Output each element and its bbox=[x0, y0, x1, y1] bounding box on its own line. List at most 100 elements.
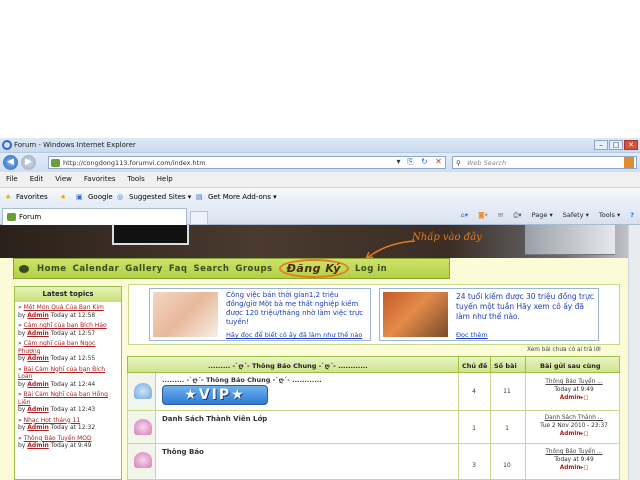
ad-link[interactable]: Hãy đọc để biết cô ấy đã làm như thế nào bbox=[226, 331, 362, 339]
fav-google[interactable]: Google bbox=[88, 188, 113, 206]
tools-menu[interactable]: Tools ▾ bbox=[599, 208, 620, 222]
last-post-author[interactable]: Admin bbox=[560, 465, 581, 471]
forum-shell-icon bbox=[134, 383, 152, 399]
home-icon[interactable]: ⌂▾ bbox=[461, 208, 468, 222]
favorites-button[interactable]: Favorites bbox=[16, 188, 48, 206]
feeds-icon[interactable]: ◙▾ bbox=[478, 208, 488, 222]
topic-link[interactable]: Cảm nghĩ của bạn Bích Hảo bbox=[24, 322, 107, 329]
stop-icon[interactable]: ✕ bbox=[432, 156, 445, 169]
author-link[interactable]: Admin bbox=[27, 442, 49, 449]
last-post-author[interactable]: Admin bbox=[560, 431, 581, 437]
forum-title-link[interactable]: Thông Báo bbox=[162, 448, 204, 456]
list-item: » Bài Cảm Nghĩ của bạn Bích Loan by Admin… bbox=[18, 365, 106, 388]
topic-count: 3 bbox=[472, 462, 476, 469]
topic-link[interactable]: Cảm nghĩ của bạn Ngọc Phương bbox=[18, 340, 95, 355]
table-row[interactable]: Danh Sách Thành Viên Lớp 1 1 Danh Sách T… bbox=[127, 411, 620, 444]
last-post-link[interactable]: Thông Báo Tuyển ... bbox=[545, 379, 602, 385]
ad-image bbox=[383, 292, 448, 337]
topic-link[interactable]: Bài Cảm Nghĩ của bạn Hồng Liên bbox=[18, 391, 108, 406]
table-row[interactable]: ......... -`ღ´- Thông Báo Chung -`ღ´- ..… bbox=[127, 373, 620, 411]
menu-view[interactable]: View bbox=[55, 172, 72, 187]
topic-link[interactable]: Bài Cảm Nghĩ của bạn Bích Loan bbox=[18, 366, 105, 381]
ie-icon-small: ◎ bbox=[117, 193, 124, 201]
compat-view-icon[interactable]: ⎘ bbox=[404, 156, 417, 169]
minimize-button[interactable]: – bbox=[594, 140, 608, 150]
ad-text[interactable]: Công việc bán thời gian1,2 triệu đồng/gi… bbox=[226, 291, 368, 327]
nav-login[interactable]: Log in bbox=[355, 264, 387, 274]
last-post: Thông Báo Tuyển ... Today at 9:49 Admin▸… bbox=[530, 448, 618, 472]
last-post-time: Tue 2 Nov 2010 - 23:37 bbox=[540, 423, 608, 429]
nav-faq[interactable]: Faq bbox=[169, 264, 188, 274]
add-favorite-icon[interactable]: ★ bbox=[60, 188, 66, 206]
author-link[interactable]: Admin bbox=[27, 406, 49, 413]
ad-card[interactable]: 24 tuổi kiếm được 30 triệu đồng trực tuy… bbox=[379, 288, 599, 341]
posts-header: Số bài bbox=[494, 362, 517, 370]
nav-search[interactable]: Search bbox=[193, 264, 229, 274]
topic-link[interactable]: Một Món Quà Của Bạn Kim bbox=[24, 304, 104, 311]
last-post-header: Bài gửi sau cùng bbox=[540, 362, 601, 370]
menu-edit[interactable]: Edit bbox=[30, 172, 44, 187]
author-link[interactable]: Admin bbox=[27, 330, 49, 337]
last-post-author[interactable]: Admin bbox=[560, 395, 581, 401]
nav-calendar[interactable]: Calendar bbox=[73, 264, 120, 274]
forum-table-header: ......... -`ღ´- Thông Báo Chung -`ღ´- ..… bbox=[127, 356, 620, 373]
back-button[interactable]: ◀ bbox=[3, 155, 18, 170]
topic-count: 1 bbox=[472, 425, 476, 432]
goto-post-icon[interactable]: ▸◻ bbox=[581, 395, 589, 401]
fav-get-addons[interactable]: Get More Add-ons ▾ bbox=[208, 188, 277, 206]
author-link[interactable]: Admin bbox=[27, 312, 49, 319]
last-post-link[interactable]: Thông Báo Tuyển ... bbox=[545, 449, 602, 455]
ads-block: Công việc bán thời gian1,2 triệu đồng/gi… bbox=[128, 284, 620, 345]
list-item: » Thông Báo Tuyển MOD by Admin Today at 9… bbox=[18, 434, 92, 450]
post-count: 10 bbox=[503, 462, 511, 469]
vip-badge: ★VIP★ bbox=[162, 385, 268, 405]
maximize-button[interactable]: □ bbox=[609, 140, 623, 150]
ad-text[interactable]: 24 tuổi kiếm được 30 triệu đồng trực tuy… bbox=[456, 292, 596, 322]
search-go-icon[interactable] bbox=[624, 157, 634, 168]
nav-groups[interactable]: Groups bbox=[235, 264, 272, 274]
forum-shell-icon bbox=[134, 419, 152, 435]
forum-table: ......... -`ღ´- Thông Báo Chung -`ღ´- ..… bbox=[127, 356, 620, 480]
menu-tools[interactable]: Tools bbox=[128, 172, 145, 187]
goto-post-icon[interactable]: ▸◻ bbox=[581, 431, 589, 437]
table-row[interactable]: Thông Báo 3 10 Thông Báo Tuyển ... Today… bbox=[127, 444, 620, 480]
tab-forum[interactable]: Forum bbox=[2, 208, 187, 225]
menu-help[interactable]: Help bbox=[157, 172, 173, 187]
fav-suggested-sites[interactable]: Suggested Sites ▾ bbox=[129, 188, 191, 206]
page-menu[interactable]: Page ▾ bbox=[532, 208, 553, 222]
home-bug-icon bbox=[17, 263, 31, 275]
url-text: http://congdong113.forumvi.com/index.htm bbox=[63, 159, 206, 167]
author-link[interactable]: Admin bbox=[27, 424, 49, 431]
new-tab-button[interactable] bbox=[190, 211, 208, 225]
print-icon[interactable]: ⎙▾ bbox=[513, 208, 521, 222]
ad-card[interactable]: Công việc bán thời gian1,2 triệu đồng/gi… bbox=[149, 288, 371, 341]
url-field[interactable]: http://congdong113.forumvi.com/index.htm bbox=[48, 156, 446, 169]
author-link[interactable]: Admin bbox=[27, 355, 49, 362]
unanswered-posts-link[interactable]: Xem bài chưa có ai trả lời bbox=[527, 347, 601, 353]
mail-icon[interactable]: ✉ bbox=[498, 208, 503, 222]
star-icon: ★ bbox=[5, 193, 12, 201]
ad-link[interactable]: Đọc thêm bbox=[456, 331, 488, 339]
menu-favorites[interactable]: Favorites bbox=[84, 172, 116, 187]
page-icon bbox=[51, 159, 60, 167]
menu-file[interactable]: File bbox=[6, 172, 18, 187]
forum-title-link[interactable]: Danh Sách Thành Viên Lớp bbox=[162, 415, 267, 423]
window-controls: – □ ✕ bbox=[594, 140, 638, 150]
nav-home[interactable]: Home bbox=[37, 264, 67, 274]
forward-button[interactable]: ▶ bbox=[21, 155, 36, 170]
close-button[interactable]: ✕ bbox=[624, 140, 638, 150]
safety-menu[interactable]: Safety ▾ bbox=[563, 208, 589, 222]
vertical-scrollbar[interactable] bbox=[628, 225, 640, 480]
author-link[interactable]: Admin bbox=[27, 381, 49, 388]
help-icon[interactable]: ? bbox=[630, 208, 634, 222]
search-field[interactable]: ⚲ Web Search bbox=[452, 156, 637, 169]
goto-post-icon[interactable]: ▸◻ bbox=[581, 465, 589, 471]
topic-link[interactable]: Thông Báo Tuyển MOD bbox=[24, 435, 92, 442]
forum-title-link[interactable]: ......... -`ღ´- Thông Báo Chung -`ღ´- ..… bbox=[162, 376, 322, 384]
refresh-icon[interactable]: ↻ bbox=[418, 156, 431, 169]
nav-gallery[interactable]: Gallery bbox=[125, 264, 163, 274]
last-post-link[interactable]: Danh Sách Thành ... bbox=[545, 415, 604, 421]
topic-link[interactable]: Nhạc Hot tháng 11 bbox=[24, 417, 81, 424]
page-content: Nhấp vào đây Home Calendar Gallery Faq S… bbox=[0, 225, 640, 480]
nav-register[interactable]: Đăng Ký bbox=[278, 259, 349, 278]
